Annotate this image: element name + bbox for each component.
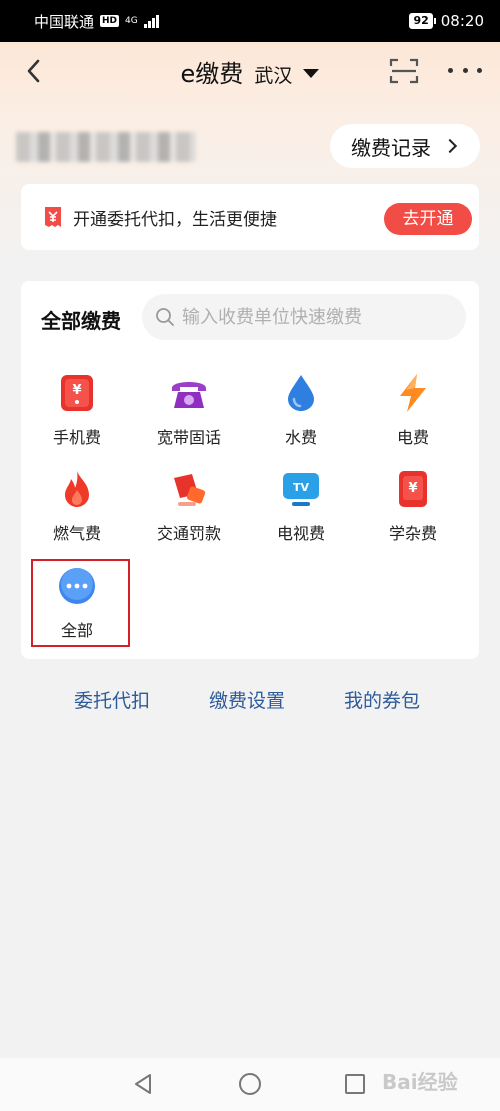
traffic-fine-icon (174, 474, 206, 506)
pay-item-label: 水费 (284, 428, 317, 447)
link-coupon-wallet[interactable]: 我的券包 (344, 686, 420, 713)
search-input[interactable] (182, 306, 442, 328)
svg-text:TV: TV (293, 481, 310, 494)
water-drop-icon (288, 375, 314, 411)
signal-icon (143, 14, 159, 28)
pay-item-label: 学杂费 (388, 524, 437, 543)
more-options-icon[interactable] (448, 60, 482, 80)
pay-item-mobile[interactable]: ¥ 手机费 (21, 372, 133, 468)
payment-records-button[interactable]: 缴费记录 (330, 124, 480, 168)
auto-debit-text: 开通委托代扣，生活更便捷 (73, 210, 277, 230)
system-recent-apps-icon[interactable] (345, 1074, 365, 1094)
all-payments-title: 全部缴费 (41, 309, 121, 333)
link-payment-settings[interactable]: 缴费设置 (209, 686, 285, 713)
clock: 08:20 (440, 12, 484, 30)
svg-text:¥: ¥ (408, 481, 417, 496)
caret-down-icon (303, 69, 320, 78)
receipt-icon (45, 207, 61, 227)
phone-bill-icon: ¥ (61, 375, 93, 411)
bottom-links: 委托代扣 缴费设置 我的券包 (0, 686, 500, 716)
telephone-icon (172, 382, 206, 408)
pay-item-tuition[interactable]: ¥ 学杂费 (357, 468, 469, 564)
highlight-box (31, 559, 130, 647)
pay-item-water[interactable]: 水费 (245, 372, 357, 468)
auto-debit-banner: 开通委托代扣，生活更便捷 去开通 (21, 184, 479, 250)
account-row: 缴费记录 (0, 122, 500, 170)
pay-item-traffic-fine[interactable]: 交通罚款 (133, 468, 245, 564)
status-bar: 中国联通 HD 4G 92 08:20 (0, 0, 500, 42)
pay-item-label: 电费 (396, 428, 429, 447)
system-nav-bar: Bai经验 (0, 1058, 500, 1111)
activate-auto-debit-button[interactable]: 去开通 (384, 203, 472, 235)
city-name: 武汉 (254, 65, 293, 87)
pay-item-broadband[interactable]: 宽带固话 (133, 372, 245, 468)
pay-item-label: 宽带固话 (156, 428, 221, 447)
pay-item-label: 交通罚款 (156, 524, 221, 543)
system-home-icon[interactable] (239, 1073, 261, 1095)
link-auto-debit[interactable]: 委托代扣 (74, 686, 150, 713)
watermark: Bai经验 (382, 1070, 458, 1094)
network-type: 4G (125, 15, 138, 26)
search-icon (156, 308, 174, 326)
pay-item-tv[interactable]: TV 电视费 (245, 468, 357, 564)
pay-item-label: 电视费 (276, 524, 325, 543)
nav-title-area: e缴费 武汉 (0, 54, 500, 89)
search-box[interactable] (142, 294, 466, 340)
pay-item-label: 燃气费 (52, 524, 101, 543)
blurred-account-info (16, 132, 196, 162)
hd-badge: HD (100, 15, 120, 27)
battery-icon: 92 (409, 13, 437, 29)
svg-text:¥: ¥ (72, 383, 81, 398)
scan-icon[interactable] (388, 56, 420, 86)
page-title: e缴费 (180, 60, 244, 88)
system-back-icon[interactable] (132, 1072, 154, 1096)
city-selector[interactable]: e缴费 武汉 (181, 54, 320, 89)
pay-item-label: 手机费 (52, 428, 101, 447)
lightning-icon (400, 374, 426, 412)
flame-icon (65, 471, 89, 507)
status-right: 92 08:20 (409, 12, 484, 30)
status-left: 中国联通 HD 4G (34, 11, 159, 32)
payment-records-label: 缴费记录 (351, 135, 431, 160)
nav-bar: e缴费 武汉 (0, 42, 500, 100)
pay-item-gas[interactable]: 燃气费 (21, 468, 133, 564)
chevron-right-icon (442, 138, 458, 154)
carrier-name: 中国联通 (34, 12, 95, 31)
all-payments-card: 全部缴费 ¥ 手机费 宽带固话 水费 (21, 281, 479, 659)
pay-item-electricity[interactable]: 电费 (357, 372, 469, 468)
back-arrow-icon[interactable] (22, 56, 46, 86)
tuition-bill-icon: ¥ (399, 471, 427, 507)
tv-icon: TV (283, 473, 319, 506)
